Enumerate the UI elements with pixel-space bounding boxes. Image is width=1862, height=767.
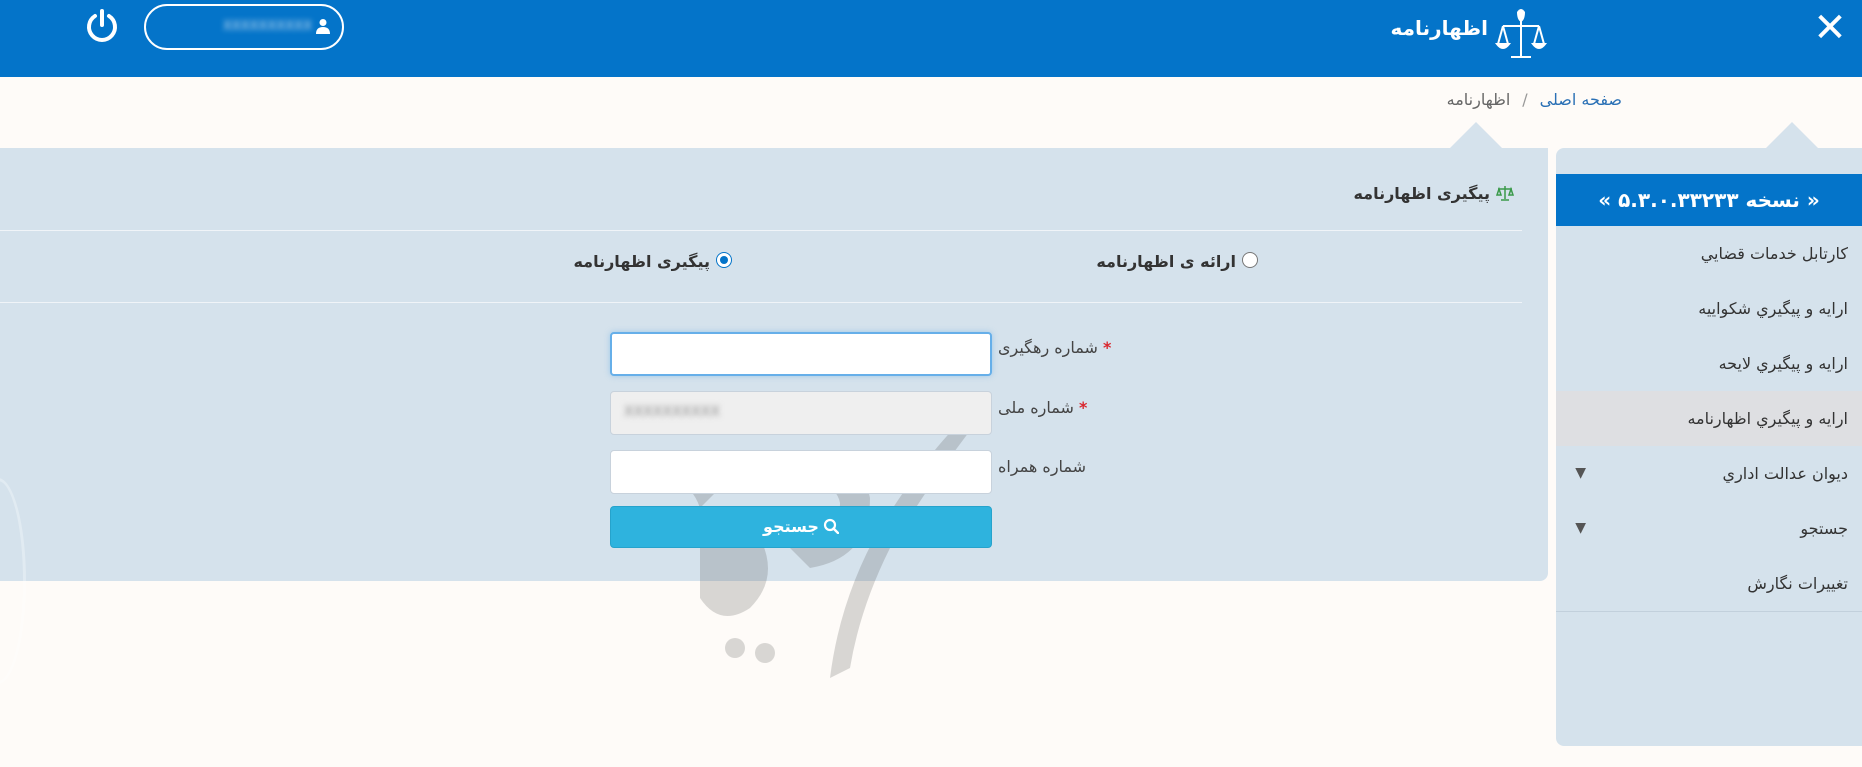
sidebar-item-label: ديوان عدالت اداري	[1722, 464, 1848, 483]
sidebar-item-label: ارايه و پيگيري لايحه	[1718, 354, 1848, 373]
national-id-value: XXXXXXXXXX	[624, 404, 720, 420]
divider	[0, 230, 1522, 231]
sidebar-item-label: كارتابل خدمات قضايي	[1700, 244, 1848, 263]
user-name: XXXXXXXXXX	[222, 19, 312, 34]
chevron-down-icon: ▼	[1575, 520, 1586, 536]
chevron-down-icon: ▼	[1575, 465, 1586, 481]
power-icon[interactable]	[84, 8, 120, 44]
panel-pointer	[1450, 122, 1502, 148]
judiciary-emblem-icon	[1495, 9, 1547, 58]
search-button-label: جستجو	[763, 517, 819, 536]
sidebar-item-version-changes[interactable]: تغییرات نگارش	[1556, 556, 1862, 611]
national-id-label: * شماره ملی	[998, 398, 1088, 417]
scale-icon	[1496, 186, 1514, 201]
sidebar-item-label: تغییرات نگارش	[1747, 574, 1848, 593]
breadcrumb-separator: /	[1522, 90, 1528, 109]
decorative-ring	[0, 478, 26, 684]
tracking-number-label: * شماره رهگیری	[998, 338, 1112, 357]
sidebar-item-label: جستجو	[1800, 519, 1848, 538]
breadcrumb: صفحه اصلی / اظهارنامه	[1447, 90, 1622, 109]
mobile-number-input[interactable]	[610, 450, 992, 494]
radio-button-checked[interactable]	[716, 252, 732, 268]
mobile-number-label: شماره همراه	[998, 457, 1087, 476]
radio-submit-declaration[interactable]: ارائه ی اظهارنامه	[1096, 252, 1258, 271]
breadcrumb-home-link[interactable]: صفحه اصلی	[1540, 90, 1622, 109]
sidebar-item-label: ارايه و پيگيري شكواييه	[1698, 299, 1848, 318]
sidebar-item-declaration[interactable]: ارايه و پيگيري اظهارنامه	[1556, 391, 1862, 446]
search-icon	[823, 518, 839, 534]
search-button[interactable]: جستجو	[610, 506, 992, 548]
top-bar: ✕ اظهارنامه XXXXXXXXXX	[0, 0, 1862, 77]
sidebar-item-administrative-court[interactable]: ديوان عدالت اداري ▼	[1556, 446, 1862, 501]
radio-label: ارائه ی اظهارنامه	[1096, 252, 1236, 271]
divider	[0, 302, 1522, 303]
sidebar: « نسخه ۵.۳.۰.۳۳۲۳۳ » كارتابل خدمات قضايي…	[1556, 148, 1862, 746]
radio-label: پیگیری اظهارنامه	[573, 252, 710, 271]
version-header[interactable]: « نسخه ۵.۳.۰.۳۳۲۳۳ »	[1556, 174, 1862, 226]
app-title: اظهارنامه	[1390, 16, 1488, 40]
sidebar-item-judicial-services[interactable]: كارتابل خدمات قضايي	[1556, 226, 1862, 281]
sidebar-item-complaint[interactable]: ارايه و پيگيري شكواييه	[1556, 281, 1862, 336]
panel-title-text: پیگیری اظهارنامه	[1353, 184, 1490, 203]
user-icon	[316, 19, 330, 34]
required-asterisk: *	[1079, 398, 1088, 417]
close-icon[interactable]: ✕	[1810, 8, 1850, 48]
breadcrumb-current: اظهارنامه	[1446, 90, 1511, 109]
main-panel: پیگیری اظهارنامه ارائه ی اظهارنامه پیگیر…	[0, 148, 1548, 684]
user-account-button[interactable]: XXXXXXXXXX	[144, 4, 344, 50]
radio-track-declaration[interactable]: پیگیری اظهارنامه	[573, 252, 732, 271]
radio-button[interactable]	[1242, 252, 1258, 268]
sidebar-pointer	[1766, 122, 1818, 148]
sidebar-menu: كارتابل خدمات قضايي ارايه و پيگيري شكواي…	[1556, 226, 1862, 612]
panel-title: پیگیری اظهارنامه	[1353, 184, 1514, 203]
tracking-number-input[interactable]	[610, 332, 992, 376]
sidebar-item-label: ارايه و پيگيري اظهارنامه	[1687, 409, 1848, 428]
required-asterisk: *	[1103, 338, 1112, 357]
sidebar-item-search[interactable]: جستجو ▼	[1556, 501, 1862, 556]
sidebar-item-bill[interactable]: ارايه و پيگيري لايحه	[1556, 336, 1862, 391]
